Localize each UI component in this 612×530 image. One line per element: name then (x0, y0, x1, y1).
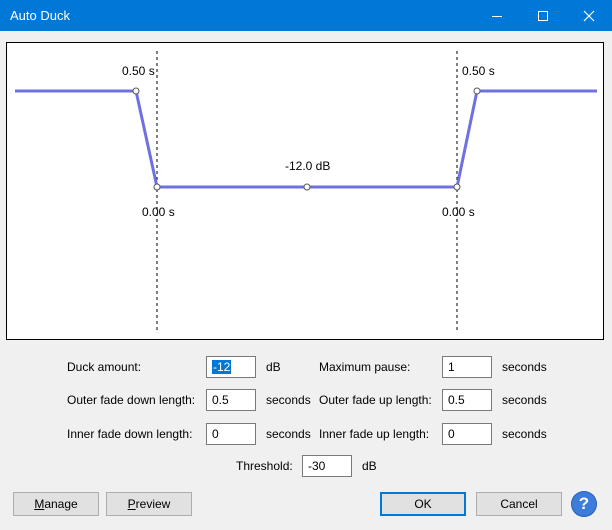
ok-button[interactable]: OK (380, 492, 466, 516)
maximize-icon (538, 10, 548, 21)
duck-amount-handle[interactable] (303, 183, 311, 191)
maximum-pause-input[interactable]: 1 (442, 356, 492, 378)
cancel-button[interactable]: Cancel (476, 492, 562, 516)
outer-fade-up-handle[interactable] (473, 87, 481, 95)
outer-fade-up-length-value: 0.5 (448, 393, 465, 407)
outer-fade-down-length-value: 0.5 (212, 393, 229, 407)
maximum-pause-unit: seconds (502, 360, 547, 374)
maximum-pause-value: 1 (448, 360, 455, 374)
cancel-label: Cancel (500, 497, 538, 511)
inner-fade-down-label: 0.00 s (142, 205, 175, 219)
threshold-value: -30 (308, 459, 326, 473)
inner-fade-up-label: 0.00 s (442, 205, 475, 219)
preview-hotkey: P (127, 497, 136, 511)
inner-fade-down-length-unit: seconds (266, 427, 311, 441)
minimize-icon (492, 15, 502, 17)
preview-label: review (135, 497, 171, 511)
manage-hotkey: M (34, 497, 45, 511)
threshold-input[interactable]: -30 (302, 455, 352, 477)
outer-fade-down-length-label: Outer fade down length: (67, 393, 196, 407)
manage-label: anage (44, 497, 78, 511)
inner-fade-down-handle[interactable] (153, 183, 161, 191)
outer-fade-up-length-input[interactable]: 0.5 (442, 389, 492, 411)
inner-fade-down-length-input[interactable]: 0 (206, 423, 256, 445)
preview-button[interactable]: Preview (106, 492, 192, 516)
duck-amount-value: -12 (212, 360, 232, 374)
duck-amount-graph-label: -12.0 dB (285, 159, 331, 173)
outer-fade-down-handle[interactable] (132, 87, 140, 95)
inner-fade-up-length-unit: seconds (502, 427, 547, 441)
manage-button[interactable]: Manage (13, 492, 99, 516)
threshold-unit: dB (362, 459, 377, 473)
inner-fade-up-length-value: 0 (448, 427, 455, 441)
maximize-button[interactable] (520, 0, 566, 31)
outer-fade-up-length-label: Outer fade up length: (319, 393, 432, 407)
inner-fade-down-length-label: Inner fade down length: (67, 427, 193, 441)
duck-amount-unit: dB (266, 360, 281, 374)
help-button[interactable]: ? (572, 492, 596, 516)
minimize-button[interactable] (474, 0, 520, 31)
duck-amount-input[interactable]: -12 (206, 356, 256, 378)
outer-fade-down-label: 0.50 s (122, 64, 155, 78)
outer-fade-up-label: 0.50 s (462, 64, 495, 78)
ok-label: OK (414, 497, 432, 511)
help-icon: ? (578, 494, 590, 513)
threshold-label: Threshold: (236, 459, 293, 473)
maximum-pause-label: Maximum pause: (319, 360, 411, 374)
inner-fade-up-handle[interactable] (453, 183, 461, 191)
window-title: Auto Duck (10, 8, 70, 23)
outer-fade-up-length-unit: seconds (502, 393, 547, 407)
duck-amount-label: Duck amount: (67, 360, 142, 374)
envelope-svg (15, 51, 597, 333)
outer-fade-down-length-input[interactable]: 0.5 (206, 389, 256, 411)
title-bar: Auto Duck (0, 0, 612, 31)
duck-envelope-graph[interactable]: 0.50 s 0.50 s -12.0 dB 0.00 s 0.00 s (6, 42, 604, 340)
inner-fade-down-length-value: 0 (212, 427, 219, 441)
inner-fade-up-length-input[interactable]: 0 (442, 423, 492, 445)
outer-fade-down-length-unit: seconds (266, 393, 311, 407)
inner-fade-up-length-label: Inner fade up length: (319, 427, 430, 441)
close-button[interactable] (566, 0, 612, 31)
close-icon (583, 10, 595, 21)
